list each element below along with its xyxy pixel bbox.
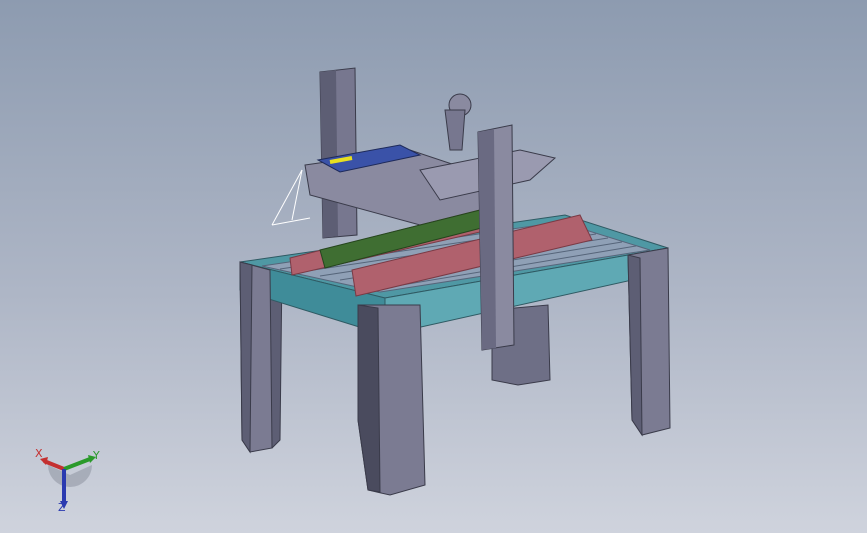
graphics-viewport[interactable]: X Y Z: [0, 0, 867, 533]
coordinate-triad: X Y Z: [30, 445, 110, 520]
triad-x-label: X: [35, 447, 43, 460]
wire-stand: [271, 169, 311, 226]
triad-z-label: Z: [58, 501, 66, 514]
triad-y-label: Y: [93, 449, 100, 462]
case-sealer-3d-model[interactable]: [0, 0, 867, 533]
